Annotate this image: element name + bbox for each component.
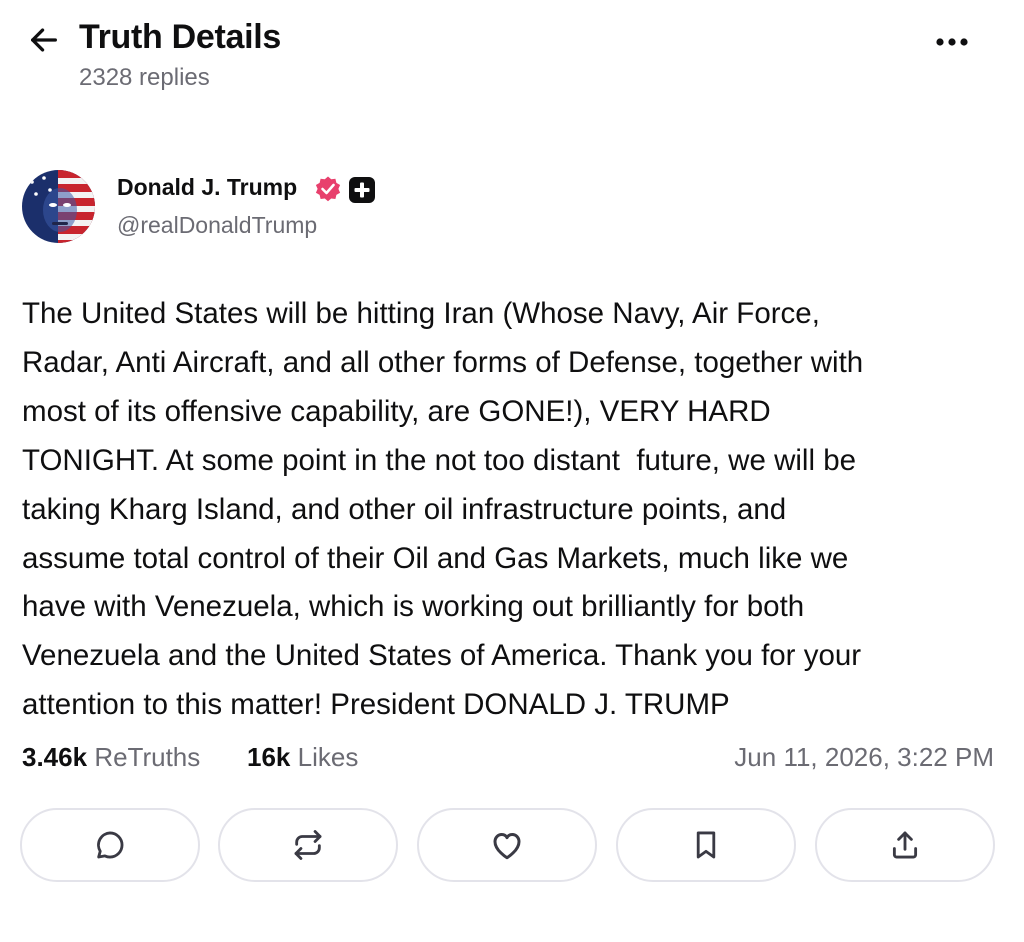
arrow-left-icon bbox=[31, 28, 57, 52]
post-text: The United States will be hitting Iran (… bbox=[22, 297, 864, 722]
avatar[interactable] bbox=[22, 170, 95, 243]
like-button[interactable] bbox=[417, 808, 597, 882]
post-stats: 3.46k ReTruths 16k Likes Jun 11, 2026, 3… bbox=[22, 742, 994, 782]
author-name[interactable]: Donald J. Trump bbox=[117, 174, 297, 201]
replies-count: 2328 replies bbox=[79, 64, 210, 91]
likes-count: 16k bbox=[247, 742, 291, 772]
page-header: Truth Details 2328 replies bbox=[0, 0, 1024, 110]
reply-button[interactable] bbox=[20, 808, 200, 882]
retruths-label: ReTruths bbox=[94, 742, 201, 772]
action-bar bbox=[0, 808, 1024, 884]
likes-label: Likes bbox=[297, 742, 359, 772]
heart-icon bbox=[493, 833, 521, 860]
author-handle[interactable]: @realDonaldTrump bbox=[117, 212, 317, 239]
bookmark-button[interactable] bbox=[616, 808, 796, 882]
retruth-button[interactable] bbox=[218, 808, 398, 882]
retruths-count: 3.46k bbox=[22, 742, 88, 772]
post-timestamp: Jun 11, 2026, 3:22 PM bbox=[734, 742, 994, 772]
bookmark-icon bbox=[696, 831, 716, 859]
retruths-stat[interactable]: 3.46k ReTruths bbox=[22, 742, 200, 773]
plus-badge-icon bbox=[349, 177, 375, 203]
share-icon bbox=[892, 831, 918, 859]
more-options-button[interactable] bbox=[930, 24, 974, 60]
back-button[interactable] bbox=[24, 20, 64, 60]
retruth-icon bbox=[294, 830, 322, 860]
more-horizontal-icon bbox=[936, 38, 968, 46]
reply-icon bbox=[97, 831, 124, 859]
share-button[interactable] bbox=[815, 808, 995, 882]
likes-stat[interactable]: 16k Likes bbox=[247, 742, 358, 773]
verified-badge-icon bbox=[314, 175, 342, 203]
page-title: Truth Details bbox=[79, 18, 282, 56]
